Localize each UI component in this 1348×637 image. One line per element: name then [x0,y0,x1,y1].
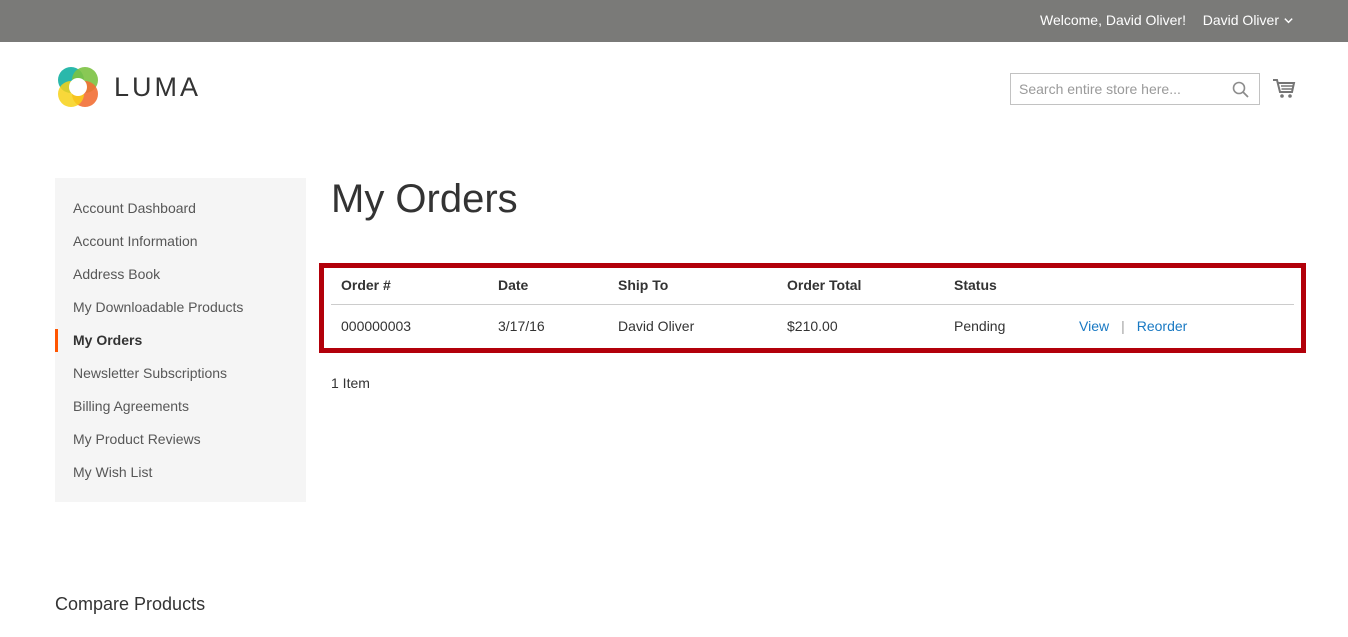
table-header-row: Order # Date Ship To Order Total Status [331,267,1294,305]
sidebar-item-product-reviews[interactable]: My Product Reviews [55,423,306,456]
column-header-order-number: Order # [331,267,488,305]
top-bar: Welcome, David Oliver! David Oliver [0,0,1348,42]
order-date-cell: 3/17/16 [498,317,545,334]
order-total-cell: $210.00 [787,317,838,334]
item-count: 1 Item [331,375,370,391]
sidebar-item-account-information[interactable]: Account Information [55,225,306,258]
orders-table: Order # Date Ship To Order Total Status … [331,267,1294,347]
cart-icon[interactable] [1272,76,1296,100]
luma-logo-icon [58,67,98,107]
search-input[interactable] [1011,74,1221,104]
sidebar-item-newsletter-subscriptions[interactable]: Newsletter Subscriptions [55,357,306,390]
account-menu-toggle[interactable]: David Oliver [1203,12,1294,28]
order-status-cell: Pending [954,317,1006,334]
sidebar-item-address-book[interactable]: Address Book [55,258,306,291]
table-row: 000000003 3/17/16 David Oliver $210.00 P… [331,304,1294,347]
store-logo[interactable]: LUMA [55,64,201,110]
sidebar-item-billing-agreements[interactable]: Billing Agreements [55,390,306,423]
column-header-date: Date [488,267,608,305]
sidebar-item-account-dashboard[interactable]: Account Dashboard [55,192,306,225]
sidebar-item-my-orders[interactable]: My Orders [55,324,306,357]
search-box [1010,73,1260,105]
order-number-cell: 000000003 [341,317,412,334]
column-header-ship-to: Ship To [608,267,777,305]
account-sidebar-nav: Account Dashboard Account Information Ad… [55,178,306,502]
reorder-link[interactable]: Reorder [1137,318,1188,334]
column-header-status: Status [944,267,1069,305]
search-icon[interactable] [1232,81,1249,98]
column-header-actions [1069,267,1294,305]
view-order-link[interactable]: View [1079,318,1109,334]
sidebar-item-downloadable-products[interactable]: My Downloadable Products [55,291,306,324]
page-title: My Orders [331,177,518,221]
action-separator: | [1121,317,1125,334]
chevron-down-icon [1284,17,1293,23]
welcome-message: Welcome, David Oliver! [1039,12,1186,28]
order-actions-cell: View | Reorder [1069,304,1294,347]
account-name: David Oliver [1202,12,1279,28]
compare-products-title: Compare Products [55,594,206,614]
sidebar-item-wish-list[interactable]: My Wish List [55,456,306,489]
logo-text: LUMA [114,71,202,102]
column-header-order-total: Order Total [777,267,944,305]
ship-to-cell: David Oliver [618,317,695,334]
